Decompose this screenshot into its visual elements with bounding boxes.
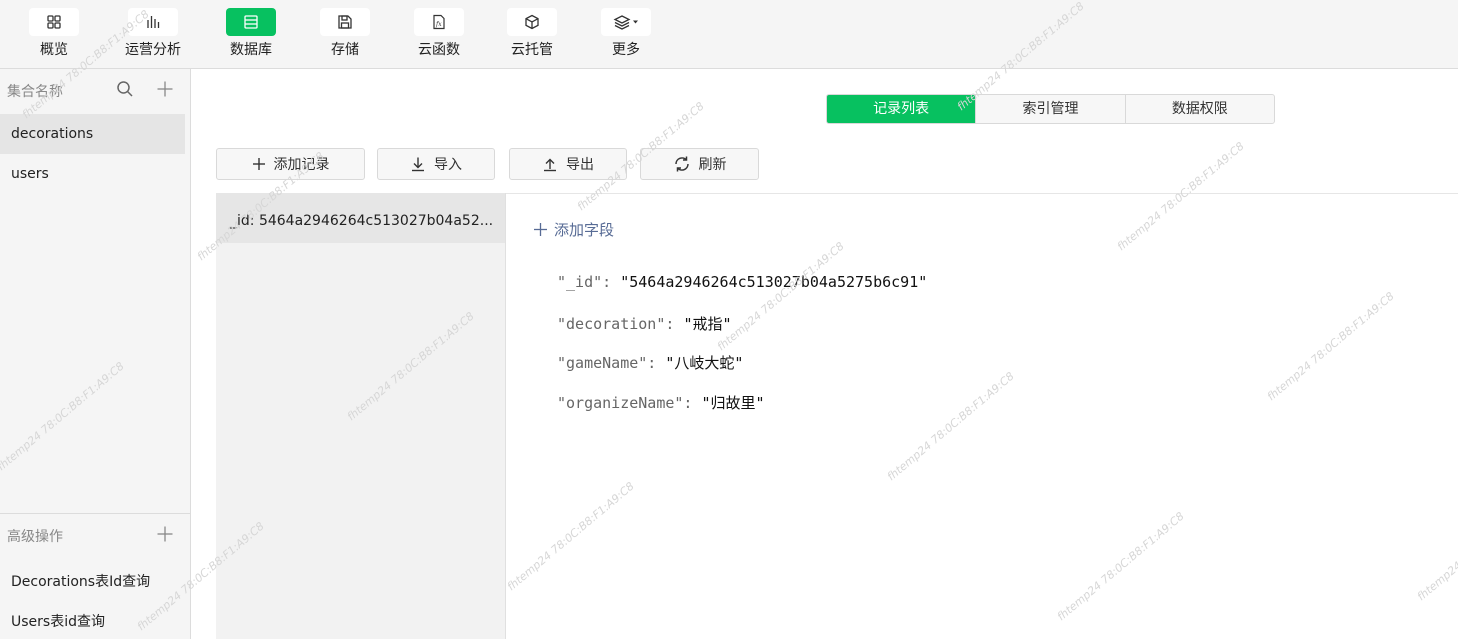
advanced-title: 高级操作 — [7, 529, 63, 545]
layers-icon — [601, 8, 651, 36]
field-key: "gameName": — [557, 354, 666, 372]
import-button[interactable]: 导入 — [377, 148, 495, 180]
field-key: "decoration": — [557, 315, 684, 333]
record-item[interactable]: _id: 5464a2946264c513027b04a52... — [216, 193, 505, 243]
toolbar-overview-label: 概览 — [40, 42, 68, 58]
collection-item-users[interactable]: users — [0, 154, 185, 194]
collection-header: 集合名称 — [0, 69, 190, 109]
record-list: _id: 5464a2946264c513027b04a52... — [216, 193, 506, 639]
bar-chart-icon — [128, 8, 178, 36]
export-label: 导出 — [566, 157, 594, 173]
tab-index-management[interactable]: 索引管理 — [976, 95, 1126, 123]
watermark: fhtemp24 78:0C:B8:F1:A9:C8 — [504, 479, 637, 594]
grid-icon — [29, 8, 79, 36]
function-icon: fx — [414, 8, 464, 36]
toolbar-storage-label: 存储 — [331, 42, 359, 58]
toolbar-cloud-hosting-label: 云托管 — [511, 42, 553, 58]
field-value: "归故里" — [701, 394, 765, 412]
collection-sidebar: 集合名称 decorations users 高级操作 Decorations表… — [0, 69, 191, 639]
query-item-users[interactable]: Users表id查询 — [11, 611, 105, 631]
watermark: fhtemp24 78:0C:B8:F1:A9:C8 — [884, 369, 1017, 484]
field-key: "organizeName": — [557, 394, 702, 412]
tab-data-permissions[interactable]: 数据权限 — [1126, 95, 1274, 123]
field-row-organizename[interactable]: "organizeName": "归故里" — [557, 392, 765, 413]
field-row-decoration[interactable]: "decoration": "戒指" — [557, 313, 732, 334]
toolbar-more-label: 更多 — [612, 42, 640, 58]
toolbar-overview[interactable]: 概览 — [19, 8, 89, 59]
add-field-button[interactable]: 添加字段 — [533, 219, 614, 240]
tab-record-list[interactable]: 记录列表 — [827, 95, 977, 123]
cube-icon — [507, 8, 557, 36]
field-value: "5464a2946264c513027b04a5275b6c91" — [620, 273, 928, 291]
toolbar-cloud-function[interactable]: fx 云函数 — [404, 8, 474, 59]
query-item-decorations[interactable]: Decorations表Id查询 — [11, 571, 150, 591]
field-value: "八岐大蛇" — [665, 354, 744, 372]
watermark: fhtemp24 78:0C:B8:F1:A9:C8 — [714, 239, 847, 354]
toolbar-cloud-function-label: 云函数 — [418, 42, 460, 58]
add-record-label: 添加记录 — [273, 157, 330, 173]
plus-icon — [534, 223, 547, 236]
database-icon — [226, 8, 276, 36]
watermark: fhtemp24 78:0C:B8:F1:A9:C8 — [1264, 289, 1397, 404]
download-icon — [412, 157, 424, 172]
toolbar-database[interactable]: 数据库 — [216, 8, 286, 59]
sidebar-divider — [0, 513, 190, 514]
add-collection-icon[interactable] — [156, 80, 174, 102]
toolbar-cloud-hosting[interactable]: 云托管 — [497, 8, 567, 59]
toolbar-analytics[interactable]: 运营分析 — [118, 8, 188, 59]
top-toolbar: 概览 运营分析 数据库 存储 fx 云函数 云托管 更多 — [0, 0, 1458, 69]
field-value: "戒指" — [683, 315, 732, 333]
add-record-button[interactable]: 添加记录 — [216, 148, 365, 180]
toolbar-storage[interactable]: 存储 — [310, 8, 380, 59]
refresh-button[interactable]: 刷新 — [640, 148, 759, 180]
collection-item-decorations[interactable]: decorations — [0, 114, 185, 154]
export-button[interactable]: 导出 — [509, 148, 627, 180]
collection-title: 集合名称 — [7, 84, 63, 100]
toolbar-more[interactable]: 更多 — [591, 8, 661, 59]
search-icon[interactable] — [116, 80, 134, 102]
refresh-icon — [674, 156, 689, 172]
watermark: fhtemp24 78:0C:B8:F1:A9:C8 — [1054, 509, 1187, 624]
plus-icon — [252, 158, 265, 170]
import-label: 导入 — [434, 157, 462, 173]
refresh-label: 刷新 — [698, 157, 727, 173]
watermark: fhtemp24 78:0C:B8:F1:A9:C8 — [1414, 490, 1458, 604]
svg-text:fx: fx — [435, 21, 442, 28]
toolbar-analytics-label: 运营分析 — [125, 42, 181, 58]
add-field-label: 添加字段 — [554, 221, 615, 239]
upload-icon — [544, 158, 556, 172]
toolbar-database-label: 数据库 — [230, 42, 272, 58]
view-tabs: 记录列表 索引管理 数据权限 — [826, 94, 1275, 124]
field-row-id[interactable]: "_id": "5464a2946264c513027b04a5275b6c91… — [557, 273, 927, 291]
field-key: "_id": — [557, 273, 621, 291]
watermark: fhtemp24 78:0C:B8:F1:A9:C8 — [1114, 139, 1247, 254]
save-icon — [320, 8, 370, 36]
add-query-icon[interactable] — [156, 525, 174, 547]
field-row-gamename[interactable]: "gameName": "八岐大蛇" — [557, 352, 743, 373]
